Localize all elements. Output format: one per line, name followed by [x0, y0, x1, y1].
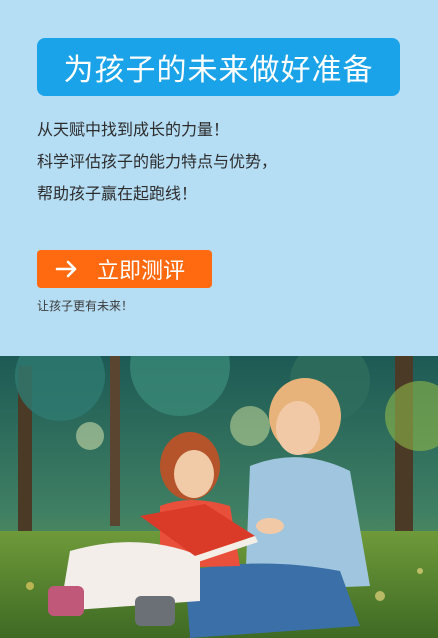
hero-panel: 为孩子的未来做好准备 从天赋中找到成长的力量！ 科学评估孩子的能力特点与优势， …	[0, 0, 438, 356]
family-reading-photo	[0, 356, 438, 638]
headline-banner: 为孩子的未来做好准备	[37, 38, 400, 96]
headline-text: 为孩子的未来做好准备	[63, 53, 374, 88]
cta-subtext: 让孩子更有未来！	[37, 299, 134, 313]
intro-text: 从天赋中找到成长的力量！ 科学评估孩子的能力特点与优势， 帮助孩子赢在起跑线！	[37, 114, 407, 210]
start-assessment-button[interactable]: 立即测评	[37, 250, 212, 288]
intro-line: 科学评估孩子的能力特点与优势，	[37, 152, 278, 171]
arrow-right-icon	[55, 260, 77, 278]
intro-line: 帮助孩子赢在起跑线！	[37, 184, 198, 203]
start-assessment-label: 立即测评	[97, 259, 186, 284]
intro-line: 从天赋中找到成长的力量！	[37, 120, 230, 139]
